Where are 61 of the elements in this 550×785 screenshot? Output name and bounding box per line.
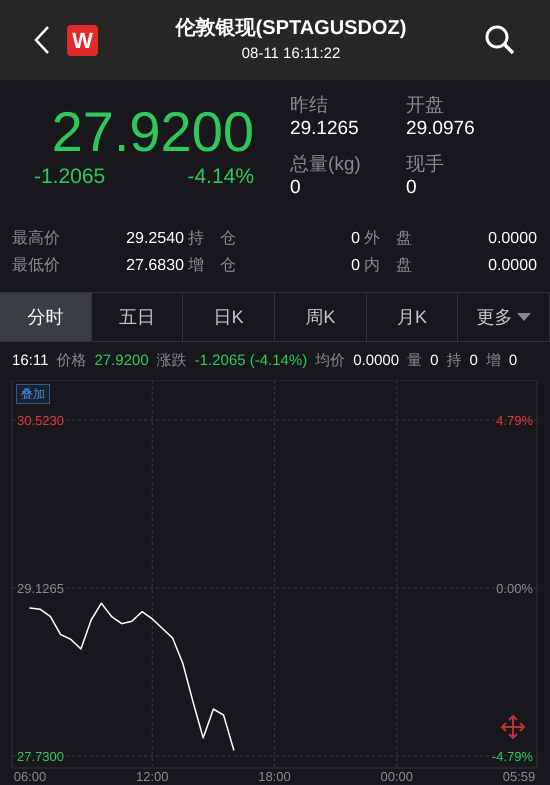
percent-label: 0.00% [496,581,533,596]
info-value: 0 [508,350,518,371]
chart-tab[interactable]: 周K [275,293,367,341]
more-menu-tab[interactable]: 更多 [458,293,550,341]
percent-label: -4.79% [492,748,533,764]
x-axis-label: 12:00 [136,769,169,784]
info-label: 持 [446,350,462,371]
field-value: 29.0976 [406,117,476,140]
info-value: 27.9200 [94,350,149,371]
stat-label: 持 仓 [187,229,237,249]
info-label: 价格 [56,350,86,371]
info-time: 16:11 [12,350,48,371]
chart-tab[interactable]: 日K [183,293,276,341]
stat-value: 0 [350,256,360,276]
info-value: 0 [430,350,438,371]
x-axis-label: 05:59 [502,769,536,784]
stat-value: 0.0000 [487,229,537,249]
chart-tab[interactable]: 五日 [92,293,184,341]
price-change-percent: -4.14% [187,164,254,190]
info-value: 0.0000 [353,350,400,371]
x-axis-label: 18:00 [258,769,291,784]
y-axis-label: 27.7300 [17,748,64,764]
last-price: 27.9200 [52,100,254,164]
field-label: 开盘 [406,94,445,117]
chart-tab[interactable]: 分时 [0,293,92,341]
stat-label: 增 仓 [187,256,237,276]
stat-value: 0 [350,229,360,249]
info-label: 量 [407,350,422,371]
field-label: 现手 [406,153,445,176]
stat-label: 内 盘 [363,256,413,276]
stat-value: 27.6830 [125,256,184,276]
stat-label: 外 盘 [363,229,413,249]
info-label: 均价 [315,350,346,371]
instrument-title: 伦敦银现(SPTAGUSDOZ) [176,16,406,41]
field-label: 昨结 [290,94,329,117]
info-label: 涨跌 [156,350,187,371]
field-value: 0 [406,176,418,199]
y-axis-label: 30.5230 [17,413,64,428]
price-change: -1.2065 [34,164,106,190]
search-icon[interactable] [484,24,516,56]
stat-value: 0.0000 [487,256,537,276]
field-value: 0 [290,176,302,199]
y-axis-label: 29.1265 [17,581,64,596]
field-value: 29.1265 [290,117,360,140]
back-icon[interactable] [34,25,50,55]
x-axis-label: 06:00 [14,769,46,784]
stat-label: 最高价 [12,228,61,249]
expand-arrows-icon[interactable] [500,714,526,740]
quote-time: 08-11 16:11:22 [242,44,340,64]
caret-icon [516,313,531,321]
stat-label: 最低价 [12,256,61,276]
x-axis-label: 00:00 [380,769,414,784]
field-label: 总量(kg) [290,153,362,176]
info-label: 增 [486,350,501,371]
app-logo: W [67,24,98,56]
chart-tab[interactable]: 月K [366,293,458,341]
percent-label: 4.79% [496,413,533,428]
stat-value: 29.2540 [125,229,184,249]
info-value: -1.2065 (-4.14%) [194,350,308,371]
overlay-button[interactable]: 叠加 [16,384,50,404]
info-value: 0 [469,350,478,371]
